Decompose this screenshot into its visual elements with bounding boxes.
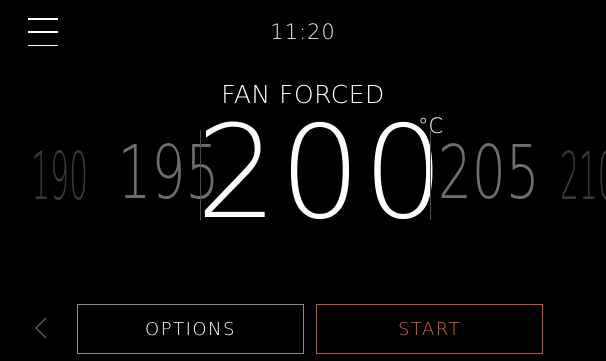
options-button-label: OPTIONS	[145, 318, 236, 340]
start-button[interactable]: START	[316, 304, 543, 354]
temperature-option-next[interactable]: 205	[438, 136, 540, 210]
start-button-label: START	[397, 318, 462, 340]
temperature-option-far-previous[interactable]: 190	[31, 144, 88, 210]
temperature-selector[interactable]: 190 195 200 205 210	[0, 110, 606, 240]
temperature-selected-value: 200	[196, 99, 447, 248]
selector-divider-right	[430, 130, 431, 220]
menu-line	[28, 44, 58, 46]
temperature-unit: °C	[418, 114, 444, 138]
temperature-option-far-next[interactable]: 210	[560, 144, 606, 210]
oven-control-screen: 11:20 FAN FORCED 190 195 200 205 210 °C …	[0, 0, 606, 361]
chevron-left-icon[interactable]	[34, 316, 48, 340]
options-button[interactable]: OPTIONS	[77, 304, 304, 354]
clock-time: 11:20	[270, 20, 336, 44]
